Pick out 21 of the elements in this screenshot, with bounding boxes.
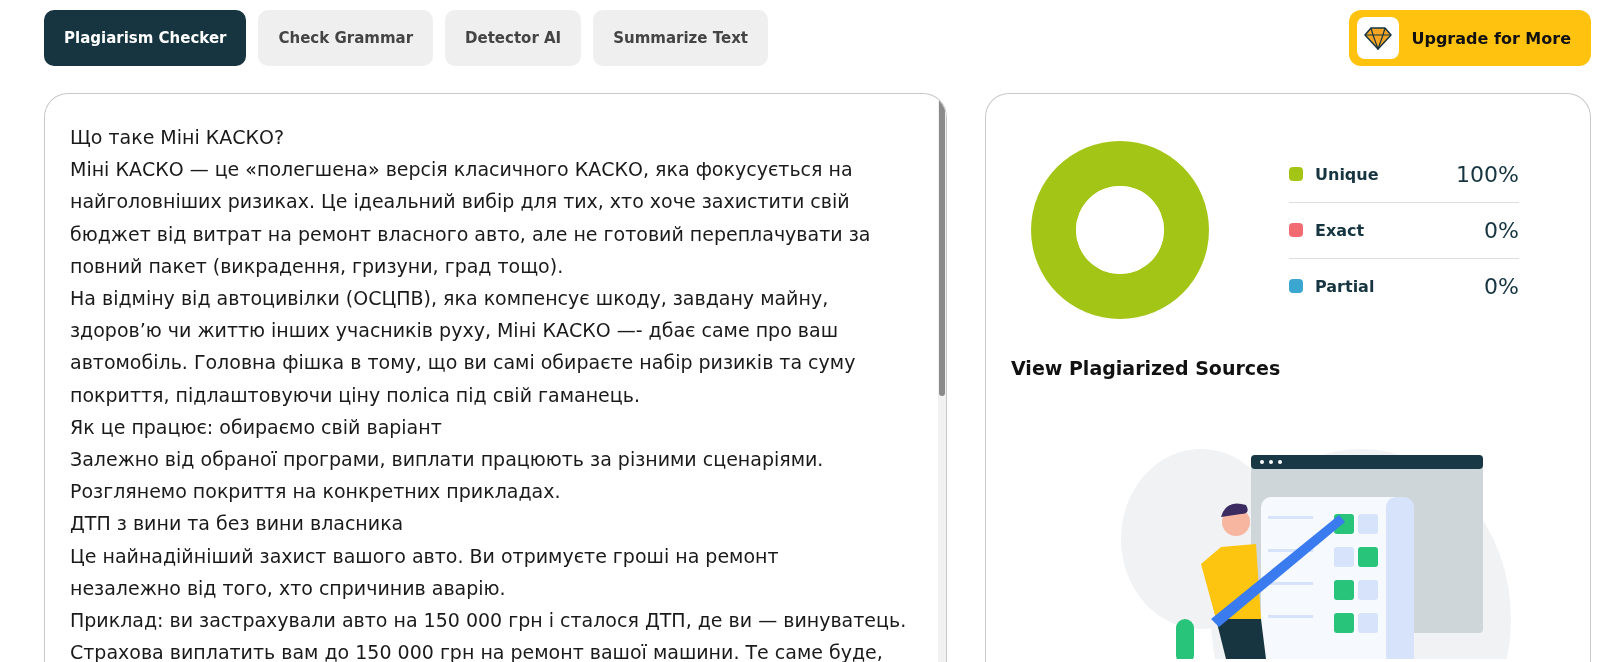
text-paragraph: Залежно від обраної програми, виплати працюють за різними сценаріями. Розглянемо покриття на конкретних прикладах. xyxy=(70,447,825,505)
legend-percentage: 0% xyxy=(1484,217,1519,243)
legend-label: Partial xyxy=(1315,276,1375,296)
tab[interactable]: Plagiarism Checker xyxy=(44,10,247,66)
sources-heading: View Plagiarized Sources xyxy=(1011,357,1282,379)
text-paragraph: Міні КАСКО — це «полегшена» версія класичного КАСКО, яка фокусується на найголовніших ризиках. Це ідеальний вибір для тих, хто хоче захистити свій бюджет від витрат на ремонт власного авто, але не готовий переплачувати за повний пакет (викрадення, гризуни, град тощо). xyxy=(70,157,872,279)
legend-label: Unique xyxy=(1315,164,1379,184)
text-paragraph: ДТП з вини та без вини власника xyxy=(70,511,405,537)
text-editor[interactable] xyxy=(44,93,947,662)
diamond-icon xyxy=(1364,26,1393,50)
legend-percentage: 100% xyxy=(1456,161,1519,187)
upgrade-button[interactable]: Upgrade for More xyxy=(1349,10,1591,66)
tab[interactable]: Detector AI xyxy=(445,10,582,66)
text-paragraph: На відміну від автоцивілки (ОСЦПВ), яка компенсує шкоду, завдану майну, здоров’ю чи життю інших учасників руху, Міні КАСКО —- дбає саме про ваш автомобіль. Головна фішка в тому, що ви самі обираєте набір ризиків та суму покриття, підлаштовуючи ціну поліса під свій гаманець. xyxy=(70,286,857,408)
tab[interactable]: Summarize Text xyxy=(593,10,768,66)
tab[interactable]: Check Grammar xyxy=(258,10,434,66)
text-paragraph: Це найнадійніший захист вашого авто. Ви отримуєте гроші на ремонт незалежно від того, хто спричинив аварію. xyxy=(70,543,780,601)
legend-percentage: 0% xyxy=(1484,273,1519,299)
text-paragraph: Як це працює: обираємо свій варіант xyxy=(70,414,443,440)
legend-label: Exact xyxy=(1315,220,1365,240)
text-paragraph: Що таке Міні КАСКО? xyxy=(70,125,286,150)
